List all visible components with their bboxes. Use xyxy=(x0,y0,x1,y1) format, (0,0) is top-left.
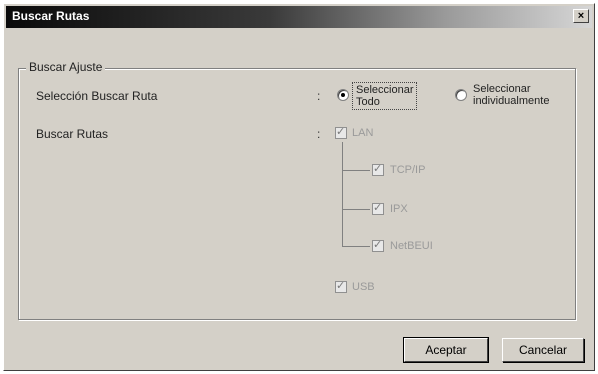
group-label: Buscar Ajuste xyxy=(26,60,106,74)
search-routes-colon: : xyxy=(317,127,321,141)
search-routes-label: Buscar Rutas xyxy=(36,127,109,141)
title-bar[interactable]: Buscar Rutas × xyxy=(6,6,592,28)
tree-line-vertical xyxy=(342,142,343,246)
lan-label: LAN xyxy=(352,127,374,139)
select-all-label[interactable]: Seleccionar Todo xyxy=(352,82,418,110)
ipx-checkbox[interactable] xyxy=(372,201,384,215)
route-selection-label: Selección Buscar Ruta xyxy=(36,89,158,103)
usb-label: USB xyxy=(352,281,375,293)
select-individually-label[interactable]: Seleccionar individualmente xyxy=(473,83,549,107)
select-individually-label-line1: Seleccionar xyxy=(473,83,531,95)
tcpip-label: TCP/IP xyxy=(390,164,426,176)
window-title: Buscar Rutas xyxy=(12,9,90,23)
ipx-label: IPX xyxy=(390,203,408,215)
select-all-radio[interactable] xyxy=(337,89,349,101)
close-icon: × xyxy=(577,10,585,22)
tree-line-netbeui xyxy=(342,246,370,247)
route-selection-colon: : xyxy=(317,89,321,103)
cancel-button[interactable]: Cancelar xyxy=(502,338,584,362)
select-all-label-line2: Todo xyxy=(356,96,380,108)
accept-button[interactable]: Aceptar xyxy=(403,337,489,363)
select-all-label-line1: Seleccionar xyxy=(356,84,414,96)
select-individually-radio[interactable] xyxy=(455,89,467,101)
netbeui-label: NetBEUI xyxy=(390,240,433,252)
tree-line-ipx xyxy=(342,209,370,210)
lan-checkbox[interactable] xyxy=(335,125,347,139)
select-individually-label-line2: individualmente xyxy=(473,95,550,107)
tree-line-tcpip xyxy=(342,170,370,171)
netbeui-checkbox[interactable] xyxy=(372,238,384,252)
tcpip-checkbox[interactable] xyxy=(372,162,384,176)
usb-checkbox[interactable] xyxy=(335,279,347,293)
close-button[interactable]: × xyxy=(573,9,589,23)
